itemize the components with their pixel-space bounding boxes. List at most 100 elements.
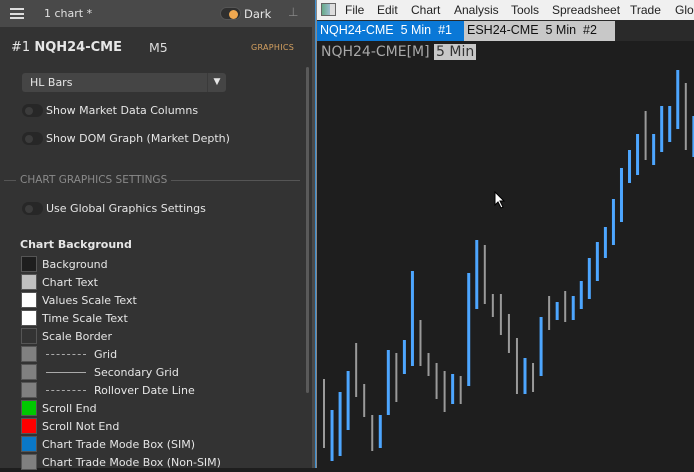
pin-icon[interactable]: ⊥	[288, 5, 298, 19]
panel-scrollbar[interactable]	[306, 67, 309, 393]
hl-bar	[443, 371, 446, 412]
color-swatch[interactable]	[21, 328, 37, 344]
hl-bar	[507, 314, 510, 353]
line-style-icon	[46, 372, 86, 373]
menu-trade[interactable]: Trade	[630, 3, 661, 17]
menu-bar: File Edit Chart Analysis Tools Spreadshe…	[317, 0, 694, 20]
color-setting-row[interactable]: Scroll Not End	[20, 418, 300, 436]
hl-bar	[571, 296, 575, 320]
color-setting-row[interactable]: Scroll End	[20, 400, 300, 418]
hl-bars	[323, 70, 694, 461]
hl-bar	[499, 294, 502, 335]
hl-bar	[668, 106, 672, 142]
hl-bar	[395, 353, 398, 402]
chart-settings-panel: 1 chart * Dark ⊥ #1 NQH24-CME M5 GRAPHIC…	[0, 0, 312, 470]
hl-bar	[644, 111, 647, 160]
graphics-link[interactable]: GRAPHICS	[251, 43, 294, 52]
hamburger-menu-icon[interactable]	[10, 8, 24, 19]
dark-mode-toggle[interactable]	[220, 7, 241, 20]
global-graphics-toggle[interactable]	[22, 202, 43, 215]
color-setting-row[interactable]: Grid	[20, 346, 300, 364]
color-setting-row[interactable]: Chart Trade Mode Box (Non-SIM)	[20, 454, 300, 472]
chevron-down-icon[interactable]: ▼	[207, 73, 226, 92]
symbol-name: NQH24-CME	[34, 40, 122, 55]
menu-file[interactable]: File	[345, 3, 364, 17]
timeframe[interactable]: M5	[149, 40, 168, 55]
color-swatch[interactable]	[21, 418, 37, 434]
menu-spreadsheet[interactable]: Spreadsheet	[552, 3, 620, 17]
hl-bar	[451, 374, 455, 404]
color-swatch[interactable]	[21, 382, 37, 398]
hl-bar	[435, 363, 438, 399]
hl-bar	[427, 353, 430, 376]
menu-edit[interactable]: Edit	[377, 3, 398, 17]
toggle-label: Use Global Graphics Settings	[46, 202, 206, 215]
app-icon[interactable]	[321, 3, 336, 16]
color-setting-row[interactable]: Secondary Grid	[20, 364, 300, 382]
panel-header: 1 chart * Dark ⊥	[0, 0, 312, 27]
section-header: CHART GRAPHICS SETTINGS	[4, 174, 300, 186]
hl-bar	[378, 415, 382, 448]
color-swatch[interactable]	[21, 274, 37, 290]
color-setting-row[interactable]: Chart Trade Mode Box (SIM)	[20, 436, 300, 454]
color-setting-label: Grid	[94, 348, 118, 361]
price-chart[interactable]: NQH24-CME[M] 5 Min	[317, 41, 694, 468]
chart-background-heading: Chart Background	[20, 238, 132, 251]
hl-bar	[539, 317, 543, 376]
color-setting-label: Scroll Not End	[42, 420, 120, 433]
hl-bar	[628, 150, 632, 183]
hl-bar	[555, 302, 559, 320]
hl-bar	[491, 294, 494, 317]
color-swatch[interactable]	[21, 310, 37, 326]
color-setting-label: Chart Trade Mode Box (SIM)	[42, 438, 196, 451]
color-swatch[interactable]	[21, 436, 37, 452]
color-swatch[interactable]	[21, 346, 37, 362]
color-setting-row[interactable]: Time Scale Text	[20, 310, 300, 328]
hl-bar	[587, 258, 591, 299]
color-swatch[interactable]	[21, 256, 37, 272]
hl-bar	[611, 199, 615, 245]
color-swatch[interactable]	[21, 292, 37, 308]
tab-esh24[interactable]: ESH24-CME 5 Min #2	[464, 21, 615, 41]
hl-bar	[338, 392, 342, 456]
color-setting-label: Rollover Date Line	[94, 384, 195, 397]
hl-bar	[467, 273, 471, 386]
hl-bar	[402, 340, 406, 374]
menu-global[interactable]: Glob	[675, 3, 694, 17]
color-setting-label: Scale Border	[42, 330, 112, 343]
hl-bar	[371, 415, 374, 451]
toggle-label: Show Market Data Columns	[46, 104, 199, 117]
line-style-icon	[46, 354, 86, 355]
menu-tools[interactable]: Tools	[511, 3, 539, 17]
hl-bar	[363, 384, 366, 417]
hl-bar	[595, 242, 599, 281]
color-swatch[interactable]	[21, 364, 37, 380]
hl-bar	[532, 363, 535, 392]
color-setting-row[interactable]: Chart Text	[20, 274, 300, 292]
menu-analysis[interactable]: Analysis	[454, 3, 499, 17]
hl-bar	[676, 70, 680, 129]
hl-bar	[660, 106, 664, 152]
chart-tabs: NQH24-CME 5 Min #1 ESH24-CME 5 Min #2	[317, 20, 694, 41]
color-setting-row[interactable]: Background	[20, 256, 300, 274]
dark-mode-label: Dark	[244, 7, 272, 21]
tab-nqh24[interactable]: NQH24-CME 5 Min #1	[317, 21, 464, 41]
color-swatch[interactable]	[21, 400, 37, 416]
color-setting-row[interactable]: Scale Border	[20, 328, 300, 346]
color-setting-row[interactable]: Rollover Date Line	[20, 382, 300, 400]
panel-title: 1 chart *	[44, 7, 93, 20]
hl-bar	[459, 376, 462, 404]
hl-bar	[636, 134, 640, 175]
dom-graph-toggle[interactable]	[22, 132, 43, 145]
market-data-columns-toggle[interactable]	[22, 104, 43, 117]
menu-chart[interactable]: Chart	[411, 3, 440, 17]
color-setting-label: Chart Text	[42, 276, 98, 289]
hl-bar	[684, 83, 687, 150]
section-title: CHART GRAPHICS SETTINGS	[20, 174, 168, 186]
color-setting-row[interactable]: Values Scale Text	[20, 292, 300, 310]
hl-bar	[410, 271, 414, 366]
hl-bar	[515, 338, 518, 394]
chart-type-select[interactable]: HL Bars ▼	[22, 73, 226, 92]
hl-bar	[323, 379, 325, 448]
chart-number: #1	[11, 40, 31, 55]
